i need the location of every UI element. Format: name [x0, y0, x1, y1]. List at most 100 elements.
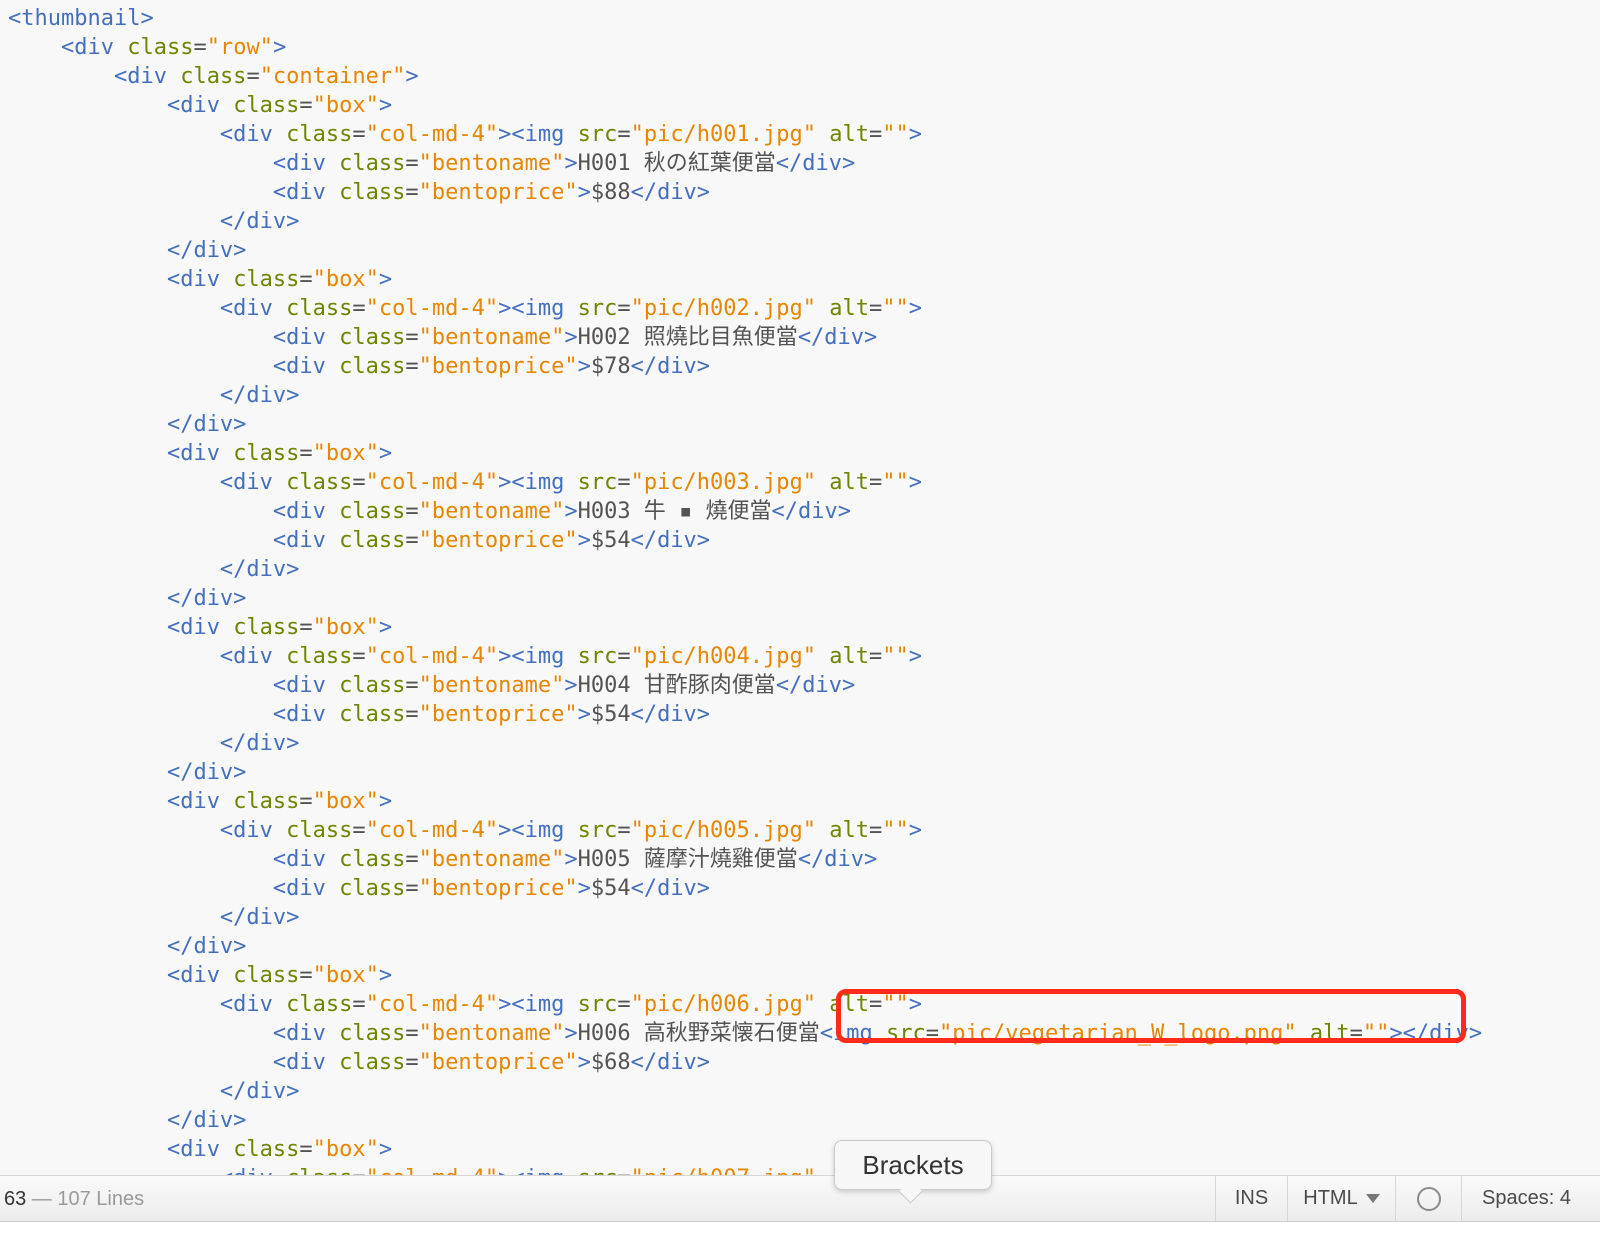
code-line[interactable]: <div class="col-md-4"><img src="pic/h002… — [8, 294, 1482, 323]
code-token-attr: alt — [829, 644, 870, 669]
code-view[interactable]: <thumbnail> <div class="row"> <div class… — [8, 4, 1482, 1193]
code-token-tag: </div> — [166, 586, 247, 611]
code-token-txt: H005 薩摩汁燒雞便當 — [577, 847, 798, 872]
code-token-attr: alt — [829, 296, 870, 321]
code-line[interactable]: </div> — [8, 1106, 1482, 1135]
current-line-number: 63 — [4, 1188, 27, 1210]
code-token-txt: = — [405, 180, 419, 205]
code-line[interactable]: <div class="bentoprice">$54</div> — [8, 700, 1482, 729]
code-line[interactable]: <div class="row"> — [8, 33, 1482, 62]
code-token-tag: <div — [219, 644, 287, 669]
code-token-attr: alt — [829, 470, 870, 495]
code-line[interactable]: <div class="bentoprice">$78</div> — [8, 352, 1482, 381]
code-line[interactable]: <div class="bentoname">H005 薩摩汁燒雞便當</div… — [8, 845, 1482, 874]
code-line[interactable]: <div class="bentoname">H006 高秋野菜懐石便當<img… — [8, 1019, 1482, 1048]
code-line[interactable]: <div class="box"> — [8, 91, 1482, 120]
code-line[interactable]: <div class="col-md-4"><img src="pic/h003… — [8, 468, 1482, 497]
code-token-val: "" — [882, 470, 909, 495]
code-token-txt: = — [405, 499, 419, 524]
code-token-txt: = — [405, 151, 419, 176]
code-token-attr: src — [577, 992, 618, 1017]
code-line[interactable]: </div> — [8, 729, 1482, 758]
code-line[interactable]: <div class="bentoname">H004 甘酢豚肉便當</div> — [8, 671, 1482, 700]
code-line[interactable]: </div> — [8, 555, 1482, 584]
indent-settings[interactable]: Spaces: 4 — [1461, 1176, 1600, 1221]
code-token-tag: </div> — [797, 325, 878, 350]
code-line[interactable]: <div class="box"> — [8, 787, 1482, 816]
language-dropdown[interactable]: HTML — [1287, 1176, 1395, 1221]
code-line[interactable]: <div class="box"> — [8, 1135, 1482, 1164]
code-token-txt: $78 — [590, 354, 631, 379]
code-line[interactable]: <div class="bentoname">H002 照燒比目魚便當</div… — [8, 323, 1482, 352]
code-line[interactable]: <thumbnail> — [8, 4, 1482, 33]
code-token-attr: class — [339, 876, 406, 901]
code-line[interactable]: <div class="bentoprice">$54</div> — [8, 526, 1482, 555]
code-line[interactable]: </div> — [8, 584, 1482, 613]
code-line[interactable]: <div class="box"> — [8, 265, 1482, 294]
code-line[interactable]: </div> — [8, 932, 1482, 961]
cursor-position[interactable]: 63 — 107 Lines — [4, 1188, 144, 1211]
code-line[interactable]: </div> — [8, 1077, 1482, 1106]
status-bar: 63 — 107 Lines INS HTML Spaces: 4 — [0, 1175, 1600, 1222]
code-token-attr: alt — [829, 992, 870, 1017]
code-token-tag: <div — [219, 122, 287, 147]
code-token-val: "pic/h002.jpg" — [630, 296, 817, 321]
code-token-tag: > — [378, 963, 393, 988]
code-token-tag: > — [908, 122, 923, 147]
code-line[interactable]: <div class="bentoprice">$68</div> — [8, 1048, 1482, 1077]
code-line[interactable]: <div class="col-md-4"><img src="pic/h001… — [8, 120, 1482, 149]
code-line[interactable]: <div class="bentoname">H001 秋の紅葉便當</div> — [8, 149, 1482, 178]
code-line[interactable]: <div class="container"> — [8, 62, 1482, 91]
code-token-txt: H006 高秋野菜懐石便當 — [577, 1021, 820, 1046]
code-token-txt: = — [405, 354, 419, 379]
code-token-txt: = — [299, 441, 313, 466]
code-line[interactable]: </div> — [8, 903, 1482, 932]
code-token-attr: alt — [829, 122, 870, 147]
code-line[interactable]: </div> — [8, 207, 1482, 236]
code-line[interactable]: </div> — [8, 381, 1482, 410]
code-line[interactable]: </div> — [8, 236, 1482, 265]
code-line[interactable]: <div class="box"> — [8, 613, 1482, 642]
insert-mode-toggle[interactable]: INS — [1215, 1176, 1287, 1221]
code-token-tag: </div> — [166, 1108, 247, 1133]
code-token-tag: <div — [272, 354, 340, 379]
code-line[interactable]: <div class="bentoprice">$54</div> — [8, 874, 1482, 903]
code-token-val: "col-md-4" — [365, 296, 499, 321]
code-token-val: "bentoprice" — [418, 354, 578, 379]
code-token-tag: <div — [166, 789, 234, 814]
code-token-tag: <div — [219, 818, 287, 843]
code-token-txt: = — [869, 992, 883, 1017]
code-line[interactable]: <div class="col-md-4"><img src="pic/h004… — [8, 642, 1482, 671]
code-line[interactable]: <div class="box"> — [8, 961, 1482, 990]
code-token-tag: > — [908, 992, 923, 1017]
code-line[interactable]: <div class="col-md-4"><img src="pic/h005… — [8, 816, 1482, 845]
code-token-tag: <div — [272, 1021, 340, 1046]
code-token-attr: class — [339, 499, 406, 524]
code-line[interactable]: <div class="box"> — [8, 439, 1482, 468]
code-token-attr: class — [286, 122, 353, 147]
code-token-attr: class — [339, 673, 406, 698]
code-token-tag: <div — [272, 180, 340, 205]
code-line[interactable]: <div class="col-md-4"><img src="pic/h006… — [8, 990, 1482, 1019]
code-token-val: "pic/vegetarian_W_logo.png" — [939, 1021, 1297, 1046]
lint-status-button[interactable] — [1395, 1176, 1461, 1221]
code-line[interactable]: </div> — [8, 410, 1482, 439]
code-line[interactable]: <div class="bentoprice">$88</div> — [8, 178, 1482, 207]
code-line[interactable]: <div class="bentoname">H003 牛 ▪ 燒便當</div… — [8, 497, 1482, 526]
code-token-val: "box" — [312, 441, 379, 466]
code-token-tag: </div> — [771, 499, 852, 524]
code-token-txt: = — [869, 818, 883, 843]
code-token-attr: class — [233, 267, 300, 292]
code-editor[interactable]: <thumbnail> <div class="row"> <div class… — [0, 0, 1600, 1198]
code-token-txt: = — [352, 296, 366, 321]
code-token-txt: = — [405, 847, 419, 872]
code-token-txt: = — [925, 1021, 940, 1046]
code-token-tag: </div> — [219, 905, 300, 930]
code-line[interactable]: </div> — [8, 758, 1482, 787]
